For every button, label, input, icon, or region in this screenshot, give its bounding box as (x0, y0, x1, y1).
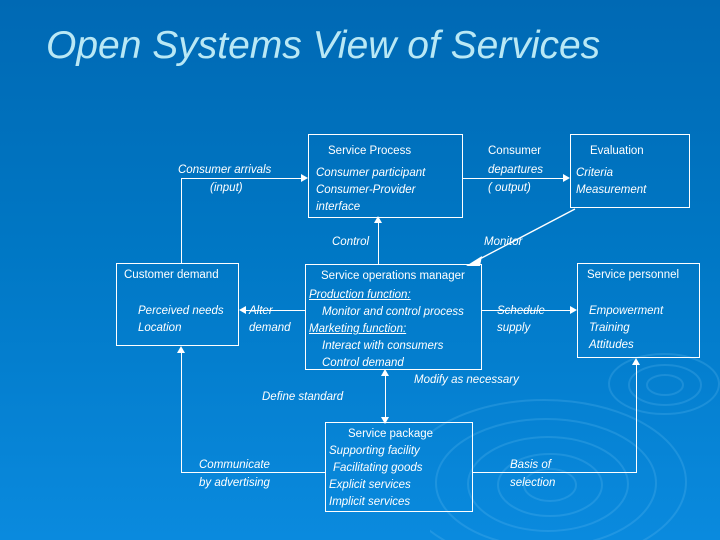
marketing-function-item-2: Control demand (322, 357, 404, 369)
control-line (378, 222, 379, 264)
service-personnel-line-3: Attitudes (589, 339, 634, 351)
slide-canvas: Open Systems View of Services Service Pr… (0, 0, 720, 540)
label-consumer-arrivals: Consumer arrivals (178, 164, 272, 176)
communicate-vertical-line (181, 352, 182, 472)
service-package-line-4: Implicit services (329, 496, 411, 508)
schedule-supply-arrowhead (570, 306, 577, 314)
label-schedule: Schedule (497, 305, 545, 317)
label-basis-of: Basis of (510, 459, 551, 471)
consumer-arrivals-arrowhead (301, 174, 308, 182)
label-alter: Alter (249, 305, 273, 317)
customer-demand-line-1: Perceived needs (138, 305, 224, 317)
label-alter-demand: demand (249, 322, 291, 334)
consumer-arrivals-vertical-line (181, 178, 182, 264)
label-control: Control (332, 236, 370, 248)
service-package-line-3: Explicit services (329, 479, 411, 491)
label-consumer-arrivals-input: (input) (210, 182, 243, 194)
slide-title: Open Systems View of Services (46, 24, 601, 67)
service-operations-manager-title: Service operations manager (321, 270, 465, 282)
consumer-departures-arrowhead (563, 174, 570, 182)
control-arrowhead (374, 216, 382, 223)
label-define-standard: Define standard (262, 391, 344, 403)
evaluation-line-2: Measurement (576, 184, 647, 196)
marketing-function-heading: Marketing function: (309, 323, 407, 335)
marketing-function-item-1: Interact with consumers (322, 340, 444, 352)
label-basis-of-selection: selection (510, 477, 556, 489)
label-modify-as-necessary: Modify as necessary (414, 374, 519, 386)
header-consumer: Consumer (488, 145, 542, 157)
service-package-line-1: Supporting facility (329, 445, 420, 457)
modify-as-necessary-arrowhead (381, 369, 389, 376)
label-communicate: Communicate (199, 459, 270, 471)
service-package-line-2: Facilitating goods (333, 462, 423, 474)
service-process-line-2: Consumer-Provider (316, 184, 416, 196)
service-personnel-title: Service personnel (587, 269, 680, 281)
production-function-heading: Production function: (309, 289, 411, 301)
basis-of-selection-arrowhead (632, 358, 640, 365)
label-consumer-departures: departures (488, 164, 543, 176)
label-schedule-supply: supply (497, 322, 531, 334)
label-monitor: Monitor (484, 236, 523, 248)
communicate-arrowhead (177, 346, 185, 353)
service-process-line-3: interface (316, 201, 361, 213)
modify-define-line (385, 375, 386, 418)
label-consumer-departures-output: ( output) (488, 182, 531, 194)
service-personnel-line-1: Empowerment (589, 305, 664, 317)
label-communicate-by-advertising: by advertising (199, 477, 270, 489)
evaluation-line-1: Criteria (576, 167, 614, 179)
basis-of-selection-vertical-line (636, 364, 637, 472)
basis-of-selection-horizontal-line (473, 472, 637, 473)
production-function-item: Monitor and control process (322, 306, 464, 318)
service-process-line-1: Consumer participant (316, 167, 426, 179)
service-package-title: Service package (348, 428, 434, 440)
customer-demand-title: Customer demand (124, 269, 219, 281)
alter-demand-arrowhead (239, 306, 246, 314)
customer-demand-line-2: Location (138, 322, 182, 334)
service-personnel-line-2: Training (589, 322, 630, 334)
